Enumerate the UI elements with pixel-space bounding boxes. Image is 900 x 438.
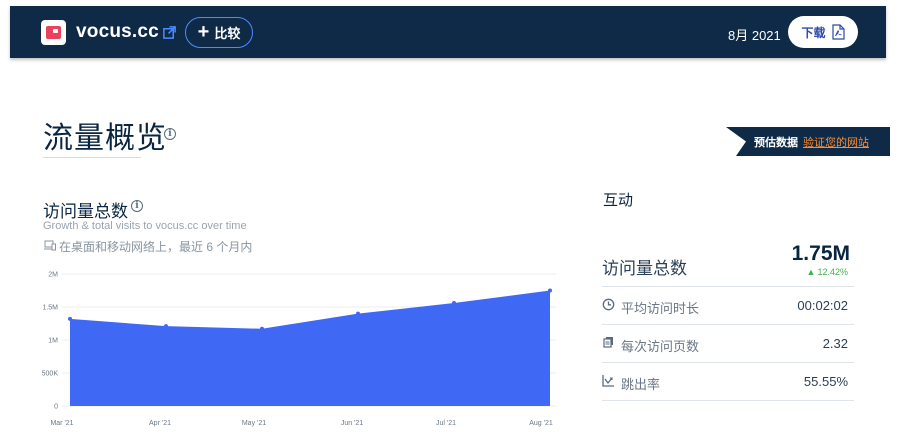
- avg-visit-duration-row: 平均访问时长 00:02:02: [602, 286, 854, 324]
- download-label: 下载: [801, 25, 826, 40]
- total-visits-label: 访问量总数: [602, 259, 687, 278]
- y-tick-label: 500K: [42, 371, 59, 378]
- visits-area[interactable]: [70, 290, 550, 407]
- total-visits-metric: 访问量总数 1.75M ▲ 12.42%: [602, 242, 854, 286]
- data-point[interactable]: [164, 324, 168, 329]
- y-tick-label: 0: [54, 404, 58, 411]
- x-tick-label: Jun '21: [341, 420, 363, 427]
- total-visits-subtitle: Growth & total visits to vocus.cc over t…: [43, 220, 247, 232]
- bounce-rate-value: 55.55%: [803, 374, 848, 389]
- external-link-icon[interactable]: [162, 25, 177, 40]
- data-point[interactable]: [356, 311, 360, 316]
- avg-visit-duration-value: 00:02:02: [797, 298, 848, 313]
- pdf-icon: [831, 24, 845, 40]
- x-tick-label: May '21: [242, 420, 266, 427]
- data-point[interactable]: [452, 301, 456, 306]
- header-bar: vocus.cc + 比较 8月 2021 下载: [10, 6, 886, 58]
- x-tick-label: Jul '21: [436, 420, 456, 427]
- total-visits-value: 1.75M: [791, 242, 850, 265]
- x-tick-label: Mar '21: [50, 420, 73, 427]
- pages-per-visit-label: 每次访问页数: [621, 339, 700, 354]
- download-button[interactable]: 下载: [788, 16, 858, 48]
- pages-per-visit-value: 2.32: [822, 336, 848, 351]
- data-point[interactable]: [548, 288, 552, 293]
- info-icon[interactable]: i: [131, 200, 143, 212]
- up-arrow-icon: ▲: [806, 267, 816, 277]
- metrics-divider: [602, 400, 854, 401]
- y-tick-label: 1.5M: [42, 305, 58, 312]
- site-favicon-icon: [41, 20, 66, 45]
- estimate-label: 预估数据: [754, 136, 798, 149]
- pages-per-visit-row: 每次访问页数 2.32: [602, 324, 854, 362]
- y-tick-label: 1M: [48, 338, 58, 345]
- avg-visit-duration-label: 平均访问时长: [621, 301, 700, 316]
- estimate-banner: 预估数据 验证您的网站: [726, 127, 890, 156]
- engagement-title: 互动: [603, 192, 634, 209]
- date-label: 8月 2021: [728, 28, 781, 43]
- visits-change-value: 12.42%: [817, 267, 848, 277]
- info-icon[interactable]: i: [164, 128, 176, 140]
- compare-label: 比较: [214, 26, 241, 41]
- total-visits-title: 访问量总数: [43, 202, 128, 221]
- pages-icon: [603, 337, 613, 348]
- x-tick-label: Apr '21: [149, 420, 171, 427]
- bounce-rate-label: 跳出率: [621, 377, 661, 392]
- total-visits-chart: 0 500K 1M 1.5M 2M Mar '21 Apr '21 May '21 Jun '2…: [42, 272, 556, 427]
- clock-icon: [602, 298, 615, 311]
- site-name[interactable]: vocus.cc: [76, 21, 159, 43]
- title-divider: [43, 157, 141, 158]
- y-tick-label: 2M: [48, 272, 58, 279]
- x-tick-label: Aug '21: [529, 420, 553, 427]
- data-point[interactable]: [68, 316, 72, 321]
- page-title: 流量概览: [43, 122, 167, 155]
- device-timeframe-note: 在桌面和移动网络上，最近 6 个月内: [59, 240, 253, 254]
- devices-icon: [44, 240, 56, 251]
- verify-site-link[interactable]: 验证您的网站: [803, 134, 869, 150]
- visits-change: ▲ 12.42%: [807, 267, 848, 277]
- compare-button[interactable]: + 比较: [185, 17, 253, 48]
- bounce-icon: [602, 375, 614, 387]
- bounce-rate-row: 跳出率 55.55%: [602, 362, 854, 400]
- plus-icon: +: [197, 20, 210, 43]
- data-point[interactable]: [260, 326, 264, 331]
